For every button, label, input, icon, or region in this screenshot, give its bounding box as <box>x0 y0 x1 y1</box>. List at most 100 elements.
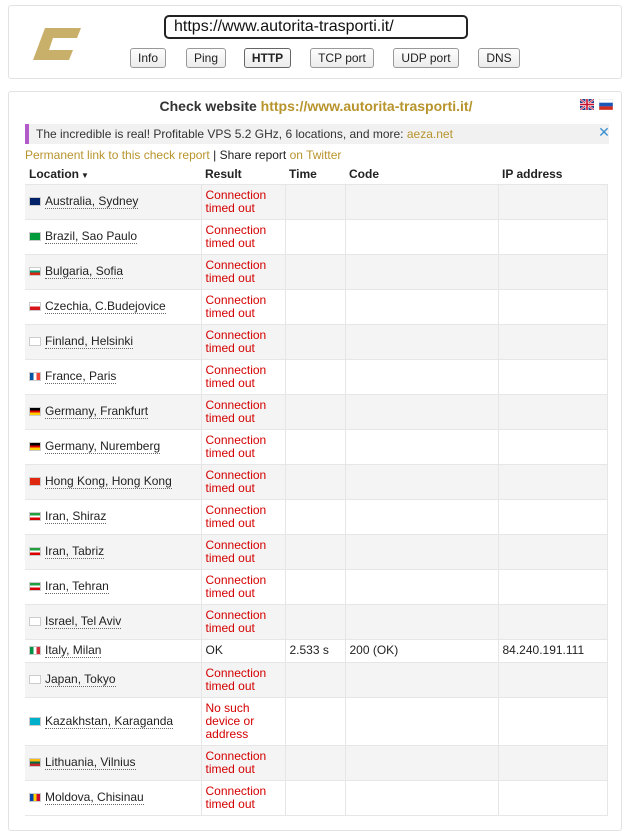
result-cell: Connection timed out <box>201 429 285 464</box>
close-icon[interactable]: ✕ <box>597 125 611 139</box>
location-link[interactable]: Israel, Tel Aviv <box>45 614 121 629</box>
location-link[interactable]: Kazakhstan, Karaganda <box>45 714 173 729</box>
location-cell: Brazil, Sao Paulo <box>25 219 201 254</box>
location-cell: Iran, Shiraz <box>25 499 201 534</box>
location-header[interactable]: Location ▼ <box>25 164 201 184</box>
uk-flag-icon[interactable] <box>580 99 594 110</box>
code-cell <box>345 289 498 324</box>
result-cell: Connection timed out <box>201 289 285 324</box>
location-cell: Iran, Tabriz <box>25 534 201 569</box>
code-cell <box>345 254 498 289</box>
table-row: Hong Kong, Hong Kong Connection timed out <box>25 464 607 499</box>
br-flag-icon <box>29 232 41 241</box>
location-link[interactable]: Czechia, C.Budejovice <box>45 299 166 314</box>
kz-flag-icon <box>29 717 41 726</box>
time-cell <box>285 324 345 359</box>
result-cell: Connection timed out <box>201 464 285 499</box>
main-panel: Check website https://www.autorita-trasp… <box>8 91 622 831</box>
location-cell: Finland, Helsinki <box>25 324 201 359</box>
ping-button[interactable]: Ping <box>186 48 226 68</box>
twitter-link[interactable]: on Twitter <box>290 148 342 162</box>
il-flag-icon <box>29 617 41 626</box>
location-link[interactable]: France, Paris <box>45 369 116 384</box>
time-cell <box>285 359 345 394</box>
location-link[interactable]: Hong Kong, Hong Kong <box>45 474 172 489</box>
location-link[interactable]: Finland, Helsinki <box>45 334 133 349</box>
location-link[interactable]: Bulgaria, Sofia <box>45 264 123 279</box>
location-cell: France, Paris <box>25 359 201 394</box>
table-row: Australia, Sydney Connection timed out <box>25 184 607 219</box>
location-link[interactable]: Iran, Tabriz <box>45 544 104 559</box>
code-cell <box>345 569 498 604</box>
ip-cell: 84.240.191.111 <box>498 639 607 662</box>
location-link[interactable]: Brazil, Sao Paulo <box>45 229 137 244</box>
location-link[interactable]: Lithuania, Vilnius <box>45 755 136 770</box>
location-link[interactable]: Iran, Shiraz <box>45 509 106 524</box>
c-letter-logo-icon[interactable] <box>33 18 83 68</box>
code-cell <box>345 662 498 697</box>
time-cell <box>285 569 345 604</box>
location-link[interactable]: Iran, Tehran <box>45 579 109 594</box>
share-label: Share report <box>220 148 290 162</box>
dns-button[interactable]: DNS <box>478 48 520 68</box>
ir-flag-icon <box>29 512 41 521</box>
info-button[interactable]: Info <box>130 48 166 68</box>
code-cell <box>345 780 498 815</box>
time-cell <box>285 184 345 219</box>
de-flag-icon <box>29 442 41 451</box>
result-cell: Connection timed out <box>201 184 285 219</box>
de-flag-icon <box>29 407 41 416</box>
location-link[interactable]: Germany, Nuremberg <box>45 439 160 454</box>
time-cell <box>285 289 345 324</box>
result-cell: Connection timed out <box>201 534 285 569</box>
location-cell: Germany, Nuremberg <box>25 429 201 464</box>
result-cell: Connection timed out <box>201 780 285 815</box>
location-link[interactable]: Italy, Milan <box>45 643 101 658</box>
table-row: Israel, Tel Aviv Connection timed out <box>25 604 607 639</box>
location-link[interactable]: Australia, Sydney <box>45 194 138 209</box>
ip-cell <box>498 219 607 254</box>
udp-port-button[interactable]: UDP port <box>393 48 459 68</box>
location-cell: Bulgaria, Sofia <box>25 254 201 289</box>
location-link[interactable]: Moldova, Chisinau <box>45 790 144 805</box>
result-cell: Connection timed out <box>201 324 285 359</box>
sort-down-icon: ▼ <box>81 171 89 180</box>
ip-cell <box>498 324 607 359</box>
ip-cell <box>498 499 607 534</box>
result-cell: Connection timed out <box>201 569 285 604</box>
http-button[interactable]: HTTP <box>244 48 291 68</box>
ip-cell <box>498 697 607 745</box>
ip-cell <box>498 662 607 697</box>
jp-flag-icon <box>29 675 41 684</box>
bg-flag-icon <box>29 267 41 276</box>
table-row: Czechia, C.Budejovice Connection timed ou… <box>25 289 607 324</box>
ip-header: IP address <box>498 164 607 184</box>
location-cell: Lithuania, Vilnius <box>25 745 201 780</box>
fi-flag-icon <box>29 337 41 346</box>
time-cell <box>285 499 345 534</box>
location-link[interactable]: Japan, Tokyo <box>45 672 116 687</box>
code-cell <box>345 219 498 254</box>
ip-cell <box>498 745 607 780</box>
table-row: Moldova, Chisinau Connection timed out <box>25 780 607 815</box>
time-cell: 2.533 s <box>285 639 345 662</box>
url-input[interactable]: https://www.autorita-trasporti.it/ <box>164 15 468 39</box>
result-cell: Connection timed out <box>201 604 285 639</box>
time-cell <box>285 429 345 464</box>
table-row: Lithuania, Vilnius Connection timed out <box>25 745 607 780</box>
ad-link[interactable]: aeza.net <box>407 127 453 141</box>
location-cell: Hong Kong, Hong Kong <box>25 464 201 499</box>
tcp-port-button[interactable]: TCP port <box>310 48 374 68</box>
location-link[interactable]: Germany, Frankfurt <box>45 404 148 419</box>
ir-flag-icon <box>29 582 41 591</box>
time-cell <box>285 697 345 745</box>
code-cell <box>345 464 498 499</box>
checked-url-link[interactable]: https://www.autorita-trasporti.it/ <box>261 98 473 114</box>
ru-flag-icon[interactable] <box>599 99 613 110</box>
ad-banner[interactable]: The incredible is real! Profitable VPS 5… <box>25 124 609 144</box>
ip-cell <box>498 254 607 289</box>
permalink-link[interactable]: Permanent link to this check report <box>25 148 210 162</box>
table-row: Italy, Milan OK 2.533 s 200 (OK) 84.240.191.… <box>25 639 607 662</box>
result-cell: Connection timed out <box>201 219 285 254</box>
table-row: Finland, Helsinki Connection timed out <box>25 324 607 359</box>
